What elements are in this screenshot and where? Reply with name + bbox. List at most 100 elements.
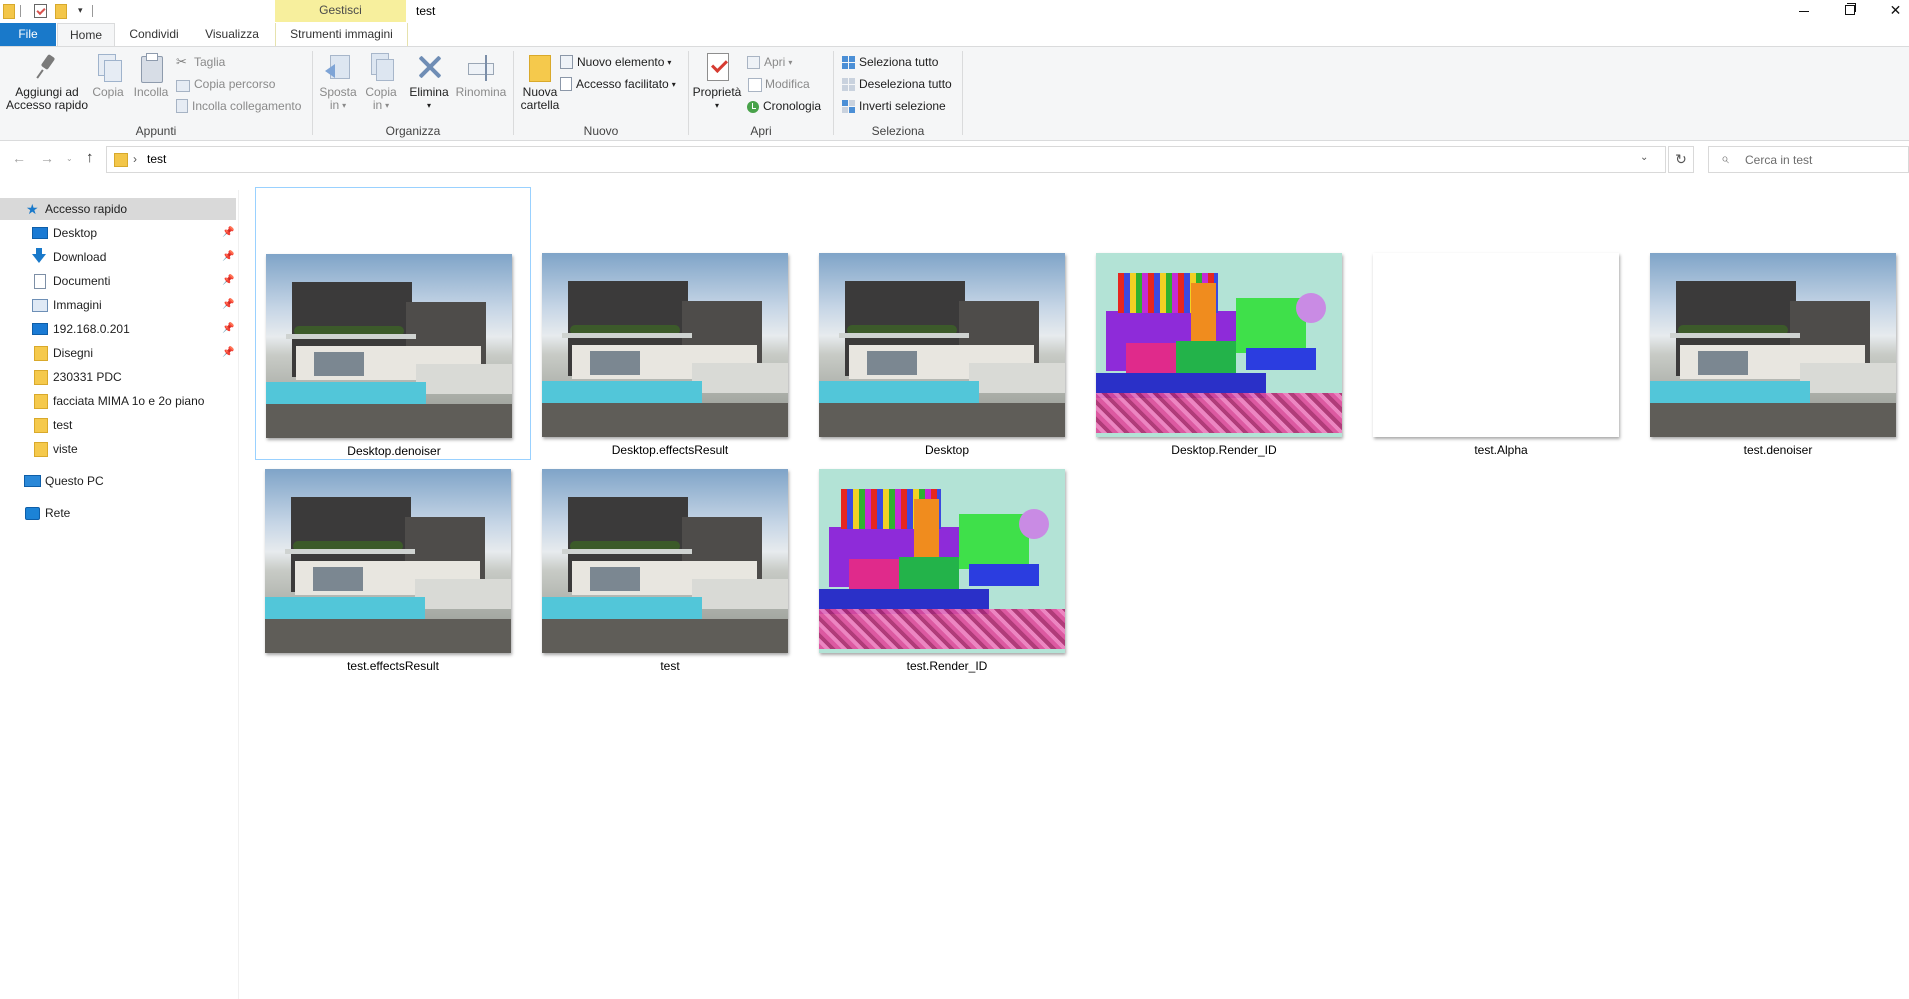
- new-item-button[interactable]: Nuovo elemento ▾: [560, 53, 671, 71]
- image-thumbnail: [1373, 253, 1619, 437]
- group-label-organizza: Organizza: [385, 124, 441, 138]
- open-button[interactable]: Apri ▾: [747, 53, 792, 71]
- file-item[interactable]: test.Render_ID: [809, 403, 1085, 676]
- file-item[interactable]: Desktop.Render_ID: [1086, 187, 1362, 460]
- group-apri: Proprietà ▾ Apri ▾ Modifica Cronologia Ap…: [689, 47, 833, 140]
- edit-button[interactable]: Modifica: [747, 75, 810, 93]
- navigation-pane: ★ Accesso rapido Desktop 📌 Download 📌 Do…: [0, 190, 239, 999]
- pin-icon[interactable]: 📌: [222, 318, 234, 340]
- file-name: test.effectsResult: [347, 659, 439, 673]
- customize-toolbar-chevron-icon[interactable]: ▾: [78, 5, 83, 16]
- nav-item-network-drive[interactable]: 192.168.0.201 📌: [0, 318, 236, 340]
- nav-item-disegni[interactable]: Disegni 📌: [0, 342, 236, 364]
- easy-access-button[interactable]: Accesso facilitato ▾: [560, 75, 676, 93]
- restore-button[interactable]: [1828, 0, 1873, 22]
- nav-item-accesso-rapido[interactable]: ★ Accesso rapido: [0, 198, 236, 220]
- chevron-down-icon: ▾: [667, 58, 672, 67]
- properties-quick-icon[interactable]: [34, 4, 47, 18]
- select-none-button[interactable]: Deseleziona tutto: [842, 75, 952, 93]
- tab-condividi[interactable]: Condividi: [117, 23, 191, 46]
- ribbon: Aggiungi ad Accesso rapido Copia Incolla…: [0, 46, 1909, 141]
- paste-button[interactable]: Incolla: [130, 51, 172, 99]
- file-item[interactable]: test.Alpha: [1363, 187, 1639, 460]
- file-item[interactable]: test.denoiser: [1640, 187, 1909, 460]
- group-label-seleziona: Seleziona: [871, 124, 925, 138]
- nav-item-230331-pdc[interactable]: 230331 PDC: [0, 366, 236, 388]
- chevron-down-icon: ▾: [671, 80, 676, 89]
- tab-home[interactable]: Home: [57, 23, 115, 47]
- back-arrow-icon[interactable]: ←: [12, 150, 26, 166]
- pin-icon[interactable]: 📌: [222, 270, 234, 292]
- nav-label: Disegni: [53, 346, 94, 360]
- new-item-icon: [560, 55, 573, 69]
- file-list: Desktop.denoiser Desktop.effectsResult D…: [240, 182, 1909, 999]
- file-name: Desktop.Render_ID: [1171, 443, 1277, 457]
- rename-button[interactable]: Rinomina: [453, 51, 509, 99]
- breadcrumb-test[interactable]: test: [147, 152, 166, 166]
- nav-label: facciata MIMA 1o e 2o piano: [53, 394, 205, 408]
- close-button[interactable]: ✕: [1873, 0, 1909, 22]
- move-to-button[interactable]: Sposta in ▾: [317, 51, 359, 112]
- star-icon: ★: [26, 201, 39, 217]
- file-item[interactable]: test: [532, 403, 808, 676]
- nav-item-rete[interactable]: Rete: [0, 502, 236, 524]
- forward-arrow-icon[interactable]: →: [40, 150, 54, 166]
- new-item-label: Nuovo elemento: [577, 55, 665, 69]
- minimize-button[interactable]: [1782, 0, 1827, 22]
- group-label-apri: Apri: [750, 124, 772, 138]
- copy-path-button[interactable]: Copia percorso: [176, 75, 275, 93]
- pin-icon: [31, 51, 63, 83]
- tab-visualizza[interactable]: Visualizza: [193, 23, 271, 46]
- tab-strumenti-immagini[interactable]: Strumenti immagini: [275, 23, 408, 46]
- search-placeholder: Cerca in test: [1745, 153, 1813, 167]
- group-appunti: Aggiungi ad Accesso rapido Copia Incolla…: [0, 47, 312, 140]
- file-item[interactable]: test.effectsResult: [255, 403, 531, 676]
- invert-selection-button[interactable]: Inverti selezione: [842, 97, 946, 115]
- nav-item-facciata-mima[interactable]: facciata MIMA 1o e 2o piano: [0, 390, 236, 412]
- history-button[interactable]: Cronologia: [747, 97, 821, 115]
- copy-button[interactable]: Copia: [90, 51, 126, 99]
- nav-item-immagini[interactable]: Immagini 📌: [0, 294, 236, 316]
- nav-item-desktop[interactable]: Desktop 📌: [0, 222, 236, 244]
- delete-button[interactable]: Elimina ▾: [407, 51, 451, 112]
- new-folder-button[interactable]: Nuova cartella: [518, 51, 562, 112]
- new-folder-quick-icon[interactable]: [55, 4, 67, 19]
- nav-item-viste[interactable]: viste: [0, 438, 236, 460]
- invert-selection-icon: [842, 100, 855, 113]
- paste-shortcut-button[interactable]: Incolla collegamento: [176, 97, 301, 115]
- desktop-icon: [32, 227, 48, 239]
- address-bar[interactable]: › test ⌄: [106, 146, 1666, 173]
- nav-label: Questo PC: [45, 474, 104, 488]
- pin-icon[interactable]: 📌: [222, 294, 234, 316]
- select-none-icon: [842, 78, 855, 91]
- address-dropdown-chevron-icon[interactable]: ⌄: [1640, 152, 1648, 163]
- cut-button[interactable]: Taglia: [176, 53, 225, 71]
- pin-to-quick-access-button[interactable]: Aggiungi ad Accesso rapido: [4, 51, 90, 112]
- nav-item-download[interactable]: Download 📌: [0, 246, 236, 268]
- pin-icon[interactable]: 📌: [222, 342, 234, 364]
- pin-icon[interactable]: 📌: [222, 246, 234, 268]
- breadcrumb-chevron-icon[interactable]: ›: [133, 152, 137, 166]
- refresh-icon[interactable]: ↻: [1668, 146, 1694, 173]
- copy-to-button[interactable]: Copia in ▾: [361, 51, 401, 112]
- title-bar: ▾ Gestisci test ✕: [0, 0, 1909, 23]
- recent-locations-chevron-icon[interactable]: ⌄: [66, 154, 73, 163]
- tab-file[interactable]: File: [0, 23, 56, 46]
- nav-item-questo-pc[interactable]: Questo PC: [0, 470, 236, 492]
- nav-item-documenti[interactable]: Documenti 📌: [0, 270, 236, 292]
- properties-button[interactable]: Proprietà ▾: [691, 51, 743, 112]
- nav-label: 192.168.0.201: [53, 322, 130, 336]
- pin-icon[interactable]: 📌: [222, 222, 234, 244]
- copy-path-icon: [176, 80, 190, 92]
- minimize-icon: [1799, 11, 1809, 12]
- select-all-button[interactable]: Seleziona tutto: [842, 53, 938, 71]
- contextual-tab-group-label: Gestisci: [275, 0, 406, 22]
- new-folder-label-line2: cartella: [520, 98, 560, 112]
- easy-access-label: Accesso facilitato: [576, 77, 669, 91]
- group-separator: [962, 51, 963, 135]
- search-input[interactable]: ⌕ Cerca in test: [1708, 146, 1909, 173]
- properties-icon: [701, 51, 733, 83]
- history-label: Cronologia: [763, 99, 822, 113]
- up-arrow-icon[interactable]: ↑: [86, 149, 94, 166]
- nav-item-test[interactable]: test: [0, 414, 236, 436]
